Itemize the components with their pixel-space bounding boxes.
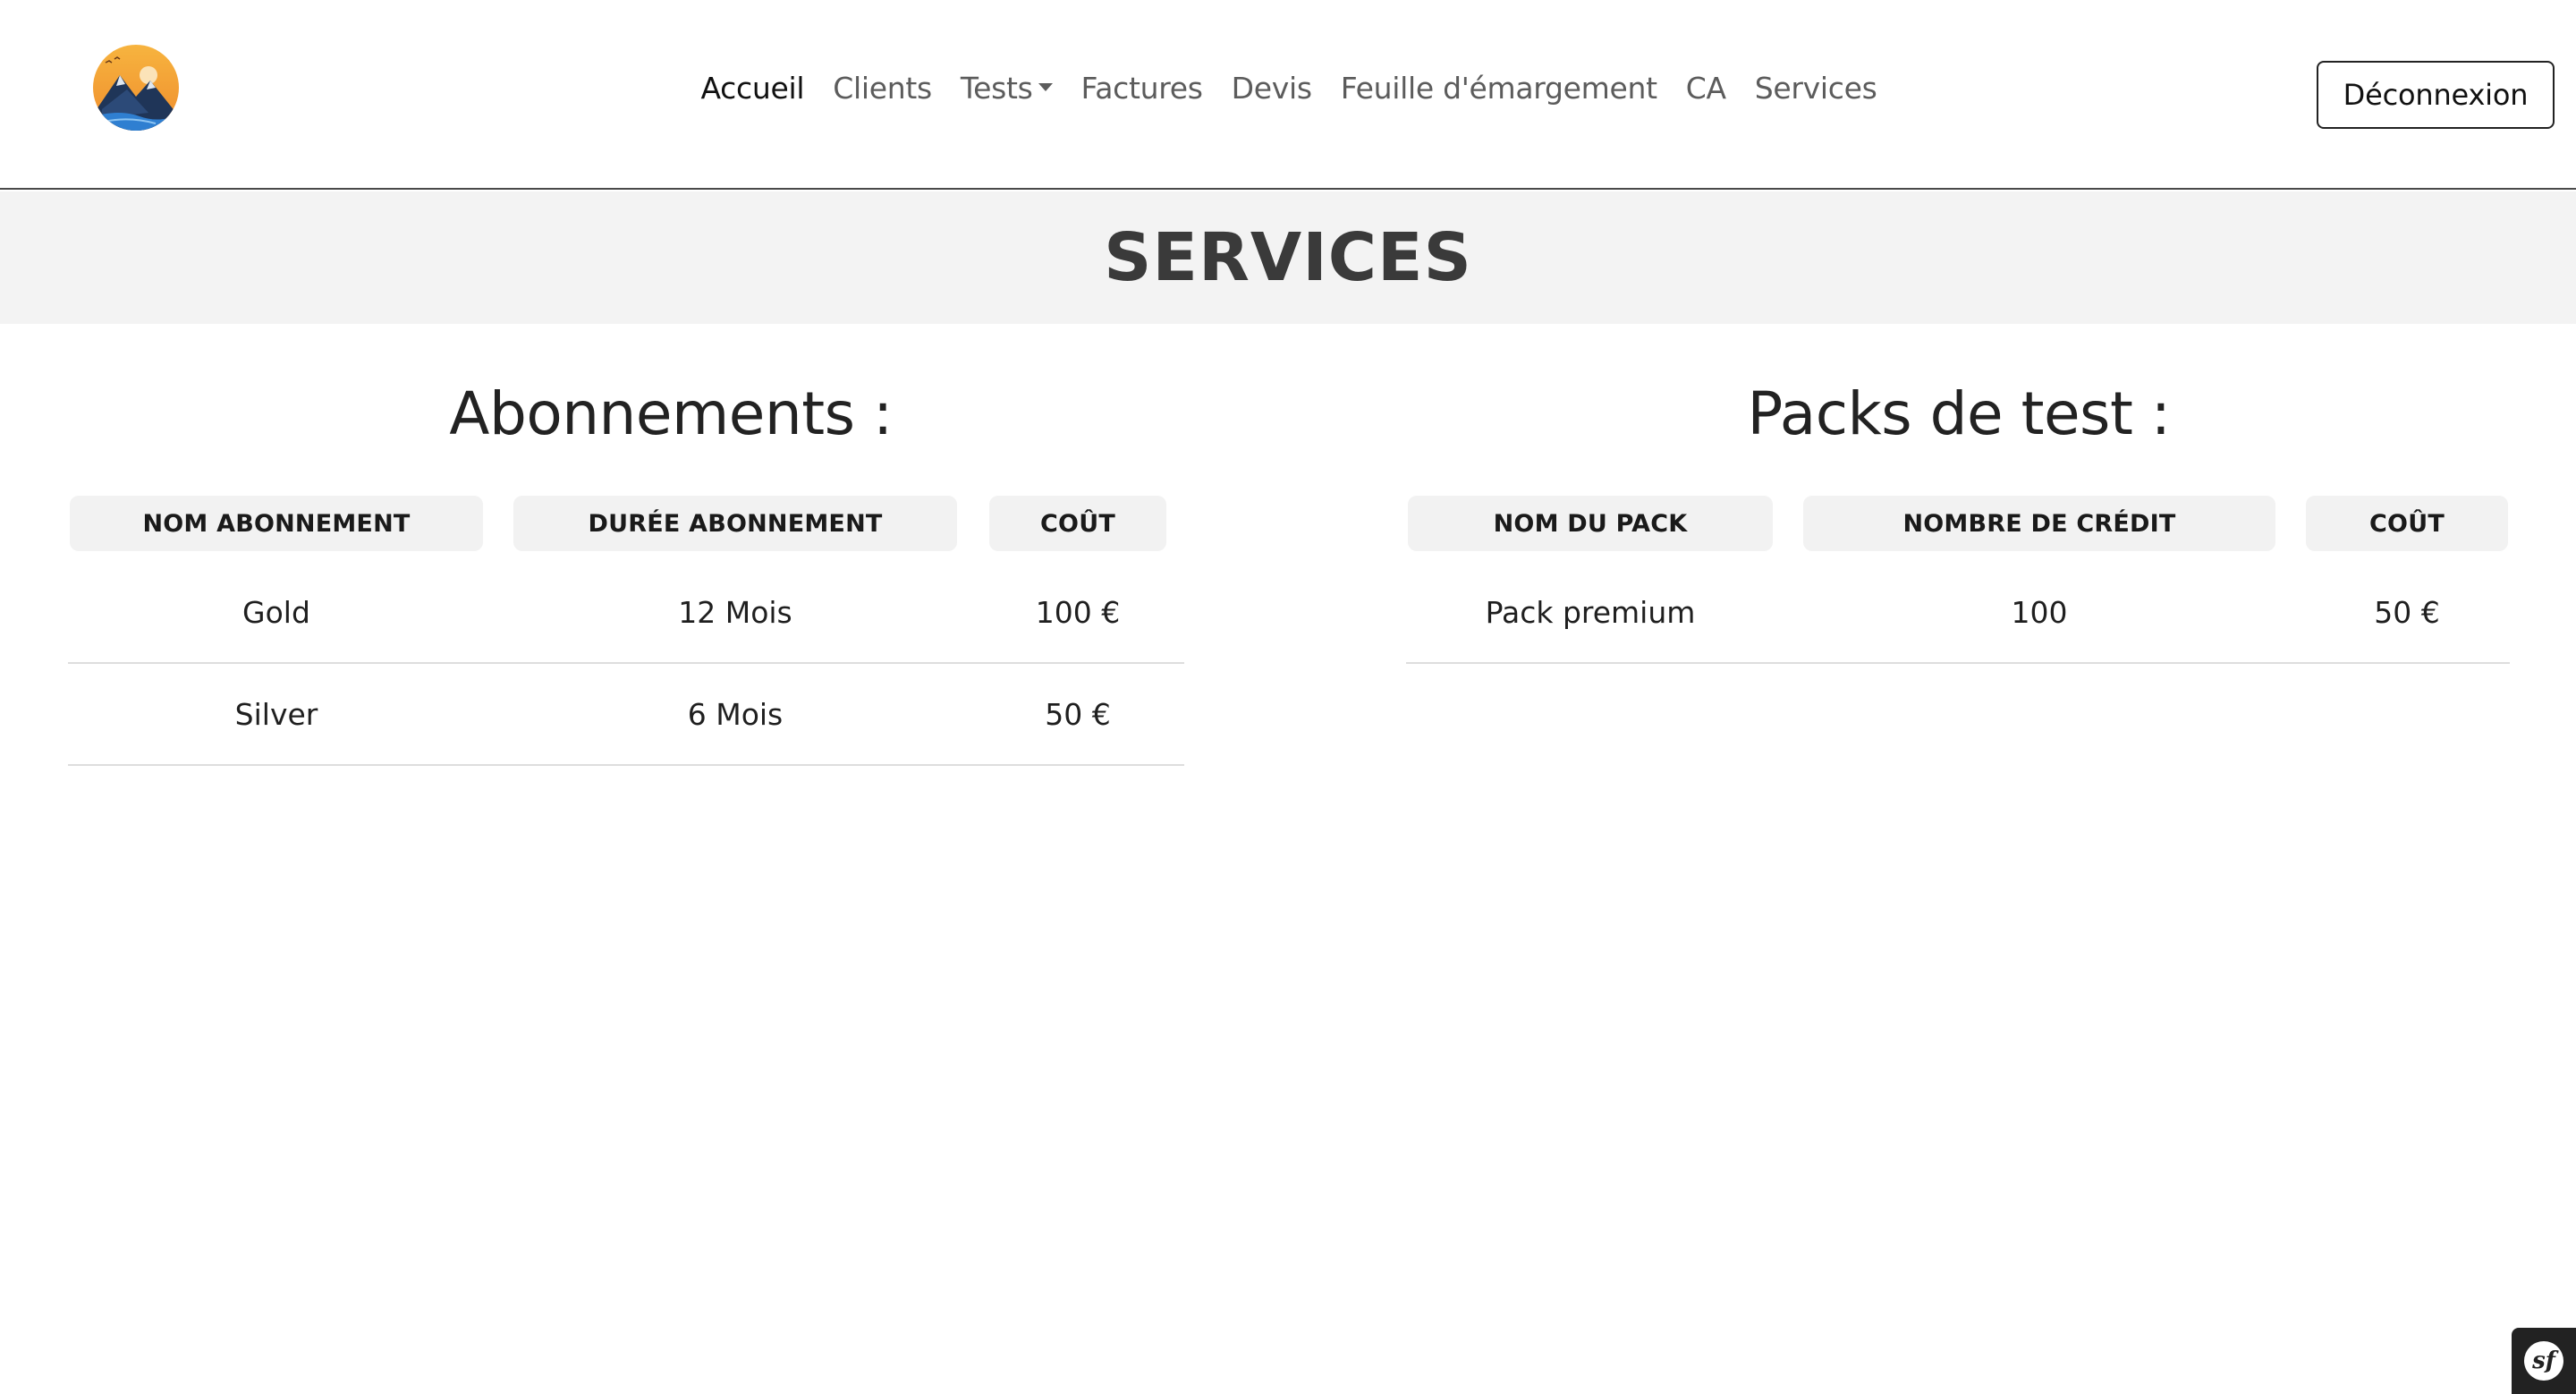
nav-link-ca[interactable]: CA	[1672, 66, 1741, 111]
nav-link-feuille-emargement[interactable]: Feuille d'émargement	[1326, 66, 1672, 111]
cell-pack-name: Pack premium	[1485, 594, 1696, 630]
packs-title: Packs de test :	[1747, 379, 2171, 448]
cell-subscription-duration: 6 Mois	[687, 696, 784, 732]
debug-toolbar-toggle[interactable]: sf	[2512, 1328, 2576, 1394]
table-header-nombre-de-credit: NOMBRE DE CRÉDIT	[1803, 496, 2275, 551]
nav-link-factures[interactable]: Factures	[1067, 66, 1217, 111]
cell-subscription-duration: 12 Mois	[678, 594, 792, 630]
table-row: Pack premium 100 50 €	[1406, 562, 2510, 664]
table-header-cout: COÛT	[989, 496, 1166, 551]
table-row: Silver 6 Mois 50 €	[68, 664, 1184, 766]
logout-button[interactable]: Déconnexion	[2317, 61, 2555, 129]
nav-link-services[interactable]: Services	[1741, 66, 1892, 111]
nav-link-devis[interactable]: Devis	[1217, 66, 1326, 111]
subscriptions-title: Abonnements :	[449, 379, 893, 448]
nav-link-accueil[interactable]: Accueil	[686, 66, 818, 111]
nav-link-clients[interactable]: Clients	[818, 66, 946, 111]
table-header-duree-abonnement: DURÉE ABONNEMENT	[513, 496, 957, 551]
symfony-icon: sf	[2524, 1341, 2563, 1381]
cell-pack-cost: 50 €	[2374, 594, 2440, 630]
cell-subscription-name: Gold	[242, 594, 310, 630]
nav-dropdown-tests-label: Tests	[960, 71, 1033, 106]
page-title: SERVICES	[1104, 219, 1472, 296]
cell-pack-credits: 100	[2011, 594, 2068, 630]
table-header-nom-abonnement: NOM ABONNEMENT	[70, 496, 483, 551]
navbar: Accueil Clients Tests Factures Devis Feu…	[0, 0, 2576, 190]
cell-subscription-name: Silver	[234, 696, 318, 732]
table-header-cout: COÛT	[2306, 496, 2508, 551]
table-row: Gold 12 Mois 100 €	[68, 562, 1184, 664]
table-header-nom-du-pack: NOM DU PACK	[1408, 496, 1773, 551]
main-nav: Accueil Clients Tests Factures Devis Feu…	[0, 66, 2576, 111]
page-banner: SERVICES	[0, 191, 2576, 324]
nav-dropdown-tests[interactable]: Tests	[946, 66, 1067, 111]
caret-down-icon	[1038, 83, 1053, 91]
cell-subscription-cost: 100 €	[1035, 594, 1121, 630]
cell-subscription-cost: 50 €	[1045, 696, 1111, 732]
